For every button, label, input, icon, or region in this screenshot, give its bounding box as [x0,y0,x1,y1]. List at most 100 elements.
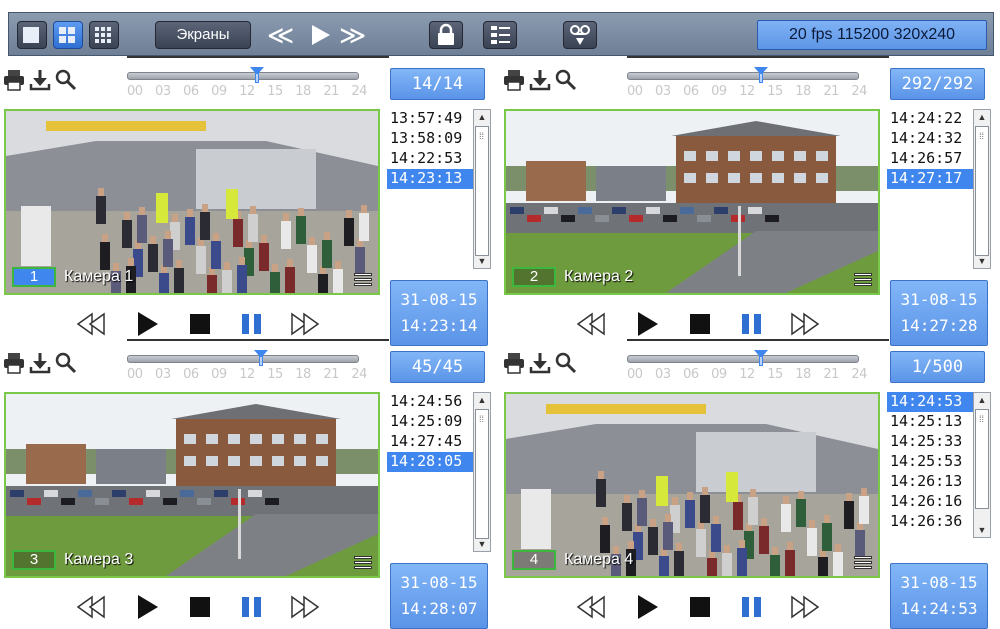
pause-icon[interactable] [234,593,270,621]
event-time-item[interactable]: 14:22:53 [387,149,473,169]
scroll-down-arrow-icon[interactable]: ▼ [974,523,990,537]
camera-video[interactable]: 2 Камера 2 [504,109,880,295]
pause-icon[interactable] [734,593,770,621]
event-time-item[interactable]: 14:24:22 [887,109,973,129]
building-window [272,456,284,466]
event-time-item[interactable]: 14:25:13 [887,412,973,432]
list-button[interactable] [483,21,517,49]
download-icon[interactable] [528,68,552,92]
rewind-double-icon[interactable]: ≪ [267,22,294,48]
scroll-down-arrow-icon[interactable]: ▼ [474,254,490,268]
camera-video[interactable]: 4 Камера 4 [504,392,880,578]
print-icon[interactable] [2,68,26,92]
menu-icon[interactable] [354,273,372,287]
timeline-handle[interactable] [759,356,763,366]
person-figure [659,556,669,576]
tape-button[interactable] [563,21,597,49]
search-icon[interactable] [554,351,578,375]
download-icon[interactable] [28,351,52,375]
scroll-thumb[interactable]: ⁞⁞ [975,126,989,256]
event-time-item[interactable]: 14:27:17 [887,169,973,189]
event-time-item[interactable]: 14:25:33 [887,432,973,452]
event-time-item[interactable]: 14:24:56 [387,392,473,412]
event-time-item[interactable]: 13:58:09 [387,129,473,149]
event-time-item[interactable]: 14:26:36 [887,512,973,532]
event-time-item[interactable]: 14:28:05 [387,452,473,472]
scroll-up-arrow-icon[interactable]: ▲ [974,393,990,407]
print-icon[interactable] [2,351,26,375]
play-icon[interactable] [130,310,166,338]
scroll-up-arrow-icon[interactable]: ▲ [474,393,490,407]
camera-video[interactable]: 3 Камера 3 [4,392,380,578]
event-time-item[interactable]: 14:23:13 [387,169,473,189]
timeline-slider[interactable] [127,67,359,83]
search-icon[interactable] [54,351,78,375]
screens-button[interactable]: Экраны [155,21,251,49]
play-icon[interactable] [630,310,666,338]
timeline-handle[interactable] [255,73,259,83]
download-icon[interactable] [28,68,52,92]
timeline-slider[interactable] [127,350,359,366]
light-pole [738,206,741,276]
menu-icon[interactable] [854,556,872,570]
menu-icon[interactable] [354,556,372,570]
person-head [250,206,256,214]
parked-car [612,207,626,214]
pause-icon[interactable] [234,310,270,338]
menu-icon[interactable] [854,273,872,287]
event-time-item[interactable]: 14:24:32 [887,129,973,149]
scroll-down-arrow-icon[interactable]: ▼ [474,537,490,551]
scroll-down-arrow-icon[interactable]: ▼ [974,254,990,268]
pause-icon[interactable] [734,310,770,338]
rewind-icon[interactable] [574,310,610,338]
stop-icon[interactable] [682,593,718,621]
layout-2x2-button[interactable] [53,21,83,49]
event-time-item[interactable]: 14:27:45 [387,432,473,452]
timeline-slider[interactable] [627,67,859,83]
stop-icon[interactable] [182,310,218,338]
scroll-thumb[interactable]: ⁞⁞ [475,126,489,256]
event-time-item[interactable]: 14:26:13 [887,472,973,492]
event-list-scrollbar[interactable]: ▲ ⁞⁞ ▼ [473,109,491,269]
event-time-item[interactable]: 14:25:09 [387,412,473,432]
fast-forward-icon[interactable] [288,310,324,338]
playback-controls [502,304,882,344]
event-time-item[interactable]: 14:26:57 [887,149,973,169]
event-time-item[interactable]: 14:24:53 [887,392,973,412]
timeline-handle[interactable] [259,356,263,366]
fast-forward-icon[interactable] [788,593,824,621]
fast-forward-icon[interactable] [788,310,824,338]
print-icon[interactable] [502,351,526,375]
event-time-item[interactable]: 14:25:53 [887,452,973,472]
lock-button[interactable] [429,21,463,49]
event-list-scrollbar[interactable]: ▲ ⁞⁞ ▼ [973,109,991,269]
event-list-scrollbar[interactable]: ▲ ⁞⁞ ▼ [973,392,991,538]
layout-1x1-button[interactable] [17,21,47,49]
fast-forward-icon[interactable] [288,593,324,621]
play-icon[interactable] [630,593,666,621]
stop-icon[interactable] [182,593,218,621]
event-time-item[interactable]: 13:57:49 [387,109,473,129]
camera-video[interactable]: 1 Камера 1 [4,109,380,295]
download-icon[interactable] [528,351,552,375]
layout-3x3-button[interactable] [89,21,119,49]
event-list-scrollbar[interactable]: ▲ ⁞⁞ ▼ [473,392,491,552]
stop-icon[interactable] [682,310,718,338]
person-figure [174,268,184,293]
search-icon[interactable] [554,68,578,92]
play-icon[interactable] [130,593,166,621]
search-icon[interactable] [54,68,78,92]
scroll-thumb[interactable]: ⁞⁞ [975,409,989,509]
forward-double-icon[interactable]: ≫ [339,22,366,48]
event-time-item[interactable]: 14:26:16 [887,492,973,512]
scroll-thumb[interactable]: ⁞⁞ [475,409,489,539]
rewind-icon[interactable] [74,593,110,621]
rewind-icon[interactable] [574,593,610,621]
scroll-up-arrow-icon[interactable]: ▲ [974,110,990,124]
rewind-icon[interactable] [74,310,110,338]
play-icon[interactable] [307,22,333,52]
print-icon[interactable] [502,68,526,92]
timeline-slider[interactable] [627,350,859,366]
scroll-up-arrow-icon[interactable]: ▲ [474,110,490,124]
timeline-handle[interactable] [759,73,763,83]
